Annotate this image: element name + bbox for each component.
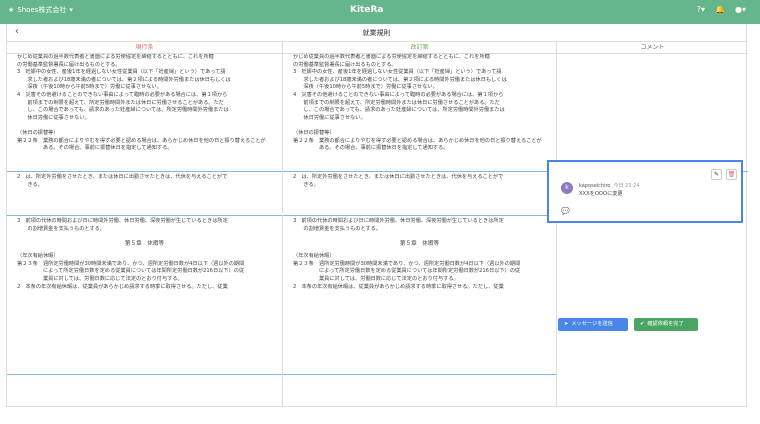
text-line: 業員に対しては、労働日数に応じて法定のとおり付与する。 [293, 275, 459, 282]
complete-confirm-label: 確認依頼を完了 [647, 321, 684, 327]
company-name: Shoes株式会社 [17, 6, 67, 14]
text-line: 4 災害その他避けることのできない事由によって臨時の必要がある場合には、第１項か… [17, 91, 228, 98]
page-title: 就業規則 [362, 29, 391, 37]
company-star-icon: ★ [8, 6, 15, 14]
text-line: きる。 [17, 181, 43, 188]
chevron-down-icon: ▾ [701, 5, 706, 14]
current-block-mid[interactable]: 2 は、所定外労働をさせたとき、または休日に出勤させたときは、代休を与えることが… [7, 172, 282, 215]
text-line: 4 災害その他避けることのできない事由によって臨時の必要がある場合には、第１項か… [293, 91, 504, 98]
text-line: 深夜（午後10時から午前5時まで）労働に従事させない。 [293, 84, 438, 91]
column-header-revised: 改訂案 [282, 42, 556, 54]
text-line: によって所定労働日数を定める従業員については年間所定労働日数が216日以下）の従 [293, 268, 521, 275]
text-line: （年次有給休暇） [17, 253, 59, 260]
revised-chapter-title: 第５章 休暇等 [399, 241, 440, 248]
revised-tail-lines: （年次有給休暇） 第２３条 週所定労働時間が30時間未満であり、かつ、週所定労働日… [293, 253, 546, 291]
trash-icon[interactable]: 🗑 [726, 169, 737, 180]
text-line: 第２２条 業務の都合によりやむを得ず必要と認める場合は、あらかじめ休日を他の日と… [293, 137, 542, 144]
complete-confirm-button[interactable]: ✔ 確認依頼を完了 [634, 318, 698, 331]
bell-icon[interactable]: 🔔 [715, 5, 725, 14]
app-logo[interactable]: KiteRa [350, 5, 383, 15]
top-navigation-bar: ★ Shoes株式会社 ▾ KiteRa ?▾ 🔔 ●▾ [0, 0, 760, 24]
text-line [293, 122, 546, 130]
text-line: 2 本条の年次有給休暇は、従業員があらかじめ請求する時季に取得させる。ただし、従… [17, 283, 228, 290]
current-top-lines: かじめ従業員の過半数代表者と書面による労使協定を締結するとともに、これを所轄 の労… [17, 54, 272, 153]
text-line: 3 前項の代休の時間および日に時間外労働、休日労働、深夜労働が生じているときは所… [293, 218, 504, 224]
chevron-down-icon: ▾ [741, 5, 746, 14]
current-tail-lines: （年次有給休暇） 第２３条 週所定労働時間が30時間未満であり、かつ、週所定労働日… [17, 253, 272, 291]
text-line: 3 妊娠中の女性、産後1年を経過しない女性従業員（以下「妊産婦」という）であって… [293, 69, 502, 76]
text-line: し、この場合であっても、請求のあった妊産婦については、所定労働時間外労働または [293, 107, 505, 114]
comment-time: 今日 23:24 [613, 183, 640, 189]
text-line: の割増賃金を支払うものとする。 [293, 225, 382, 232]
comment-card[interactable]: ✎ 🗑 k kaposeichiro 今日 23:24 XXXをOOOに変更 💬 [547, 160, 743, 223]
revised-block-mid[interactable]: 2 は、所定外労働をさせたとき、または休日に出勤させたときは、代休を与えることが… [283, 172, 556, 215]
help-menu[interactable]: ?▾ [697, 5, 705, 14]
current-bottom-lines: 3 前項の代休の時間および日に時間外労働、休日労働、深夜労働が生じているときは所… [17, 218, 272, 233]
company-selector[interactable]: ★ Shoes株式会社 ▾ [8, 5, 73, 15]
text-line: ある。その場合、事前に振替休日を指定して通知する。 [17, 145, 173, 152]
user-icon: ● [735, 5, 742, 14]
column-header-comments: コメント [556, 42, 748, 54]
text-line: （休日の振替等） [17, 129, 59, 136]
text-line: 2 本条の年次有給休暇は、従業員があらかじめ請求する時季に取得させる。ただし、従… [293, 283, 504, 290]
revised-block-bottom: 3 前項の代休の時間および日に時間外労働、休日労働、深夜労働が生じているときは所… [283, 215, 556, 375]
comment-body: XXXをOOOに変更 [579, 191, 623, 197]
check-icon: ✔ [640, 321, 645, 327]
comment-author-name: kaposeichiro [579, 183, 611, 189]
column-header-current: 現行条 [7, 42, 282, 54]
text-line: （休日の振替等） [293, 129, 335, 136]
avatar: k [561, 182, 573, 194]
revised-text-column: かじめ従業員の過半数代表者と書面による労使協定を締結するとともに、これを所轄 の労… [282, 54, 556, 406]
text-line: かじめ従業員の過半数代表者と書面による労使協定を締結するとともに、これを所轄 [17, 54, 214, 60]
text-line: によって所定労働日数を定める従業員については年間所定労働日数が216日以下）の従 [17, 268, 245, 275]
revised-bottom-lines: 3 前項の代休の時間および日に時間外労働、休日労働、深夜労働が生じているときは所… [293, 218, 546, 233]
current-block-top: かじめ従業員の過半数代表者と書面による労使協定を締結するとともに、これを所轄 の労… [7, 54, 282, 172]
text-line: きる。 [293, 181, 319, 188]
current-text-column: かじめ従業員の過半数代表者と書面による労使協定を締結するとともに、これを所轄 の労… [7, 54, 282, 406]
text-line [17, 122, 272, 130]
text-line: 休日労働に従事させない。 [17, 114, 90, 121]
revised-top-lines: かじめ従業員の過半数代表者と書面による労使協定を締結するとともに、これを所轄 の労… [293, 54, 546, 153]
comment-note-icon[interactable]: 💬 [561, 207, 570, 215]
text-line: 3 妊娠中の女性、産後1年を経過しない女性従業員（以下「妊産婦」という）であって… [17, 69, 226, 76]
comparison-panel: 現行条 改訂案 コメント かじめ従業員の過半数代表者と書面による労使協定を締結す… [6, 42, 748, 407]
text-line: 2 は、所定外労働をさせたとき、または休日に出勤させたときは、代休を与えることが… [17, 174, 228, 180]
send-icon: ➤ [564, 321, 569, 327]
send-message-label: メッセージを送信 [571, 321, 613, 327]
text-line: 3 前項の代休の時間および日に時間外労働、休日労働、深夜労働が生じているときは所… [17, 218, 228, 224]
comments-column [556, 54, 748, 406]
comment-author: kaposeichiro 今日 23:24 [579, 182, 640, 189]
user-menu[interactable]: ●▾ [735, 5, 746, 14]
text-line: 業員に対しては、労働日数に応じて法定のとおり付与する。 [17, 275, 183, 282]
revised-block-top: かじめ従業員の過半数代表者と書面による労使協定を締結するとともに、これを所轄 の労… [283, 54, 556, 172]
current-chapter-title: 第５章 休暇等 [124, 241, 165, 248]
current-block-bottom: 3 前項の代休の時間および日に時間外労働、休日労働、深夜労働が生じているときは所… [7, 215, 282, 375]
send-message-button[interactable]: ➤ メッセージを送信 [558, 318, 628, 331]
text-line: 第２２条 業務の都合によりやむを得ず必要と認める場合は、あらかじめ休日を他の日と… [17, 137, 266, 144]
text-line: 2 は、所定外労働をさせたとき、または休日に出勤させたときは、代休を与えることが… [293, 174, 504, 180]
text-line: ある。その場合、事前に振替休日を指定して通知する。 [293, 145, 449, 152]
edit-icon[interactable]: ✎ [711, 169, 722, 180]
chevron-down-icon: ▾ [69, 6, 73, 14]
text-line: し、この場合であっても、請求のあった妊産婦については、所定労働時間外労働または [17, 107, 229, 114]
comment-actions: ➤ メッセージを送信 ✔ 確認依頼を完了 [558, 318, 698, 331]
text-line: 深夜（午後10時から午前5時まで）労働に従事させない。 [17, 84, 162, 91]
current-mid-lines: 2 は、所定外労働をさせたとき、または休日に出勤させたときは、代休を与えることが… [17, 174, 272, 189]
comments-block-top [557, 54, 748, 172]
text-line: かじめ従業員の過半数代表者と書面による労使協定を締結するとともに、これを所轄 [293, 54, 490, 60]
text-line: の割増賃金を支払うものとする。 [17, 225, 106, 232]
text-line: 休日労働に従事させない。 [293, 114, 366, 121]
revised-mid-lines: 2 は、所定外労働をさせたとき、または休日に出勤させたときは、代休を与えることが… [293, 174, 546, 189]
document-title-bar: ‹ 就業規則 [6, 24, 747, 42]
text-line: （年次有給休暇） [293, 253, 335, 260]
